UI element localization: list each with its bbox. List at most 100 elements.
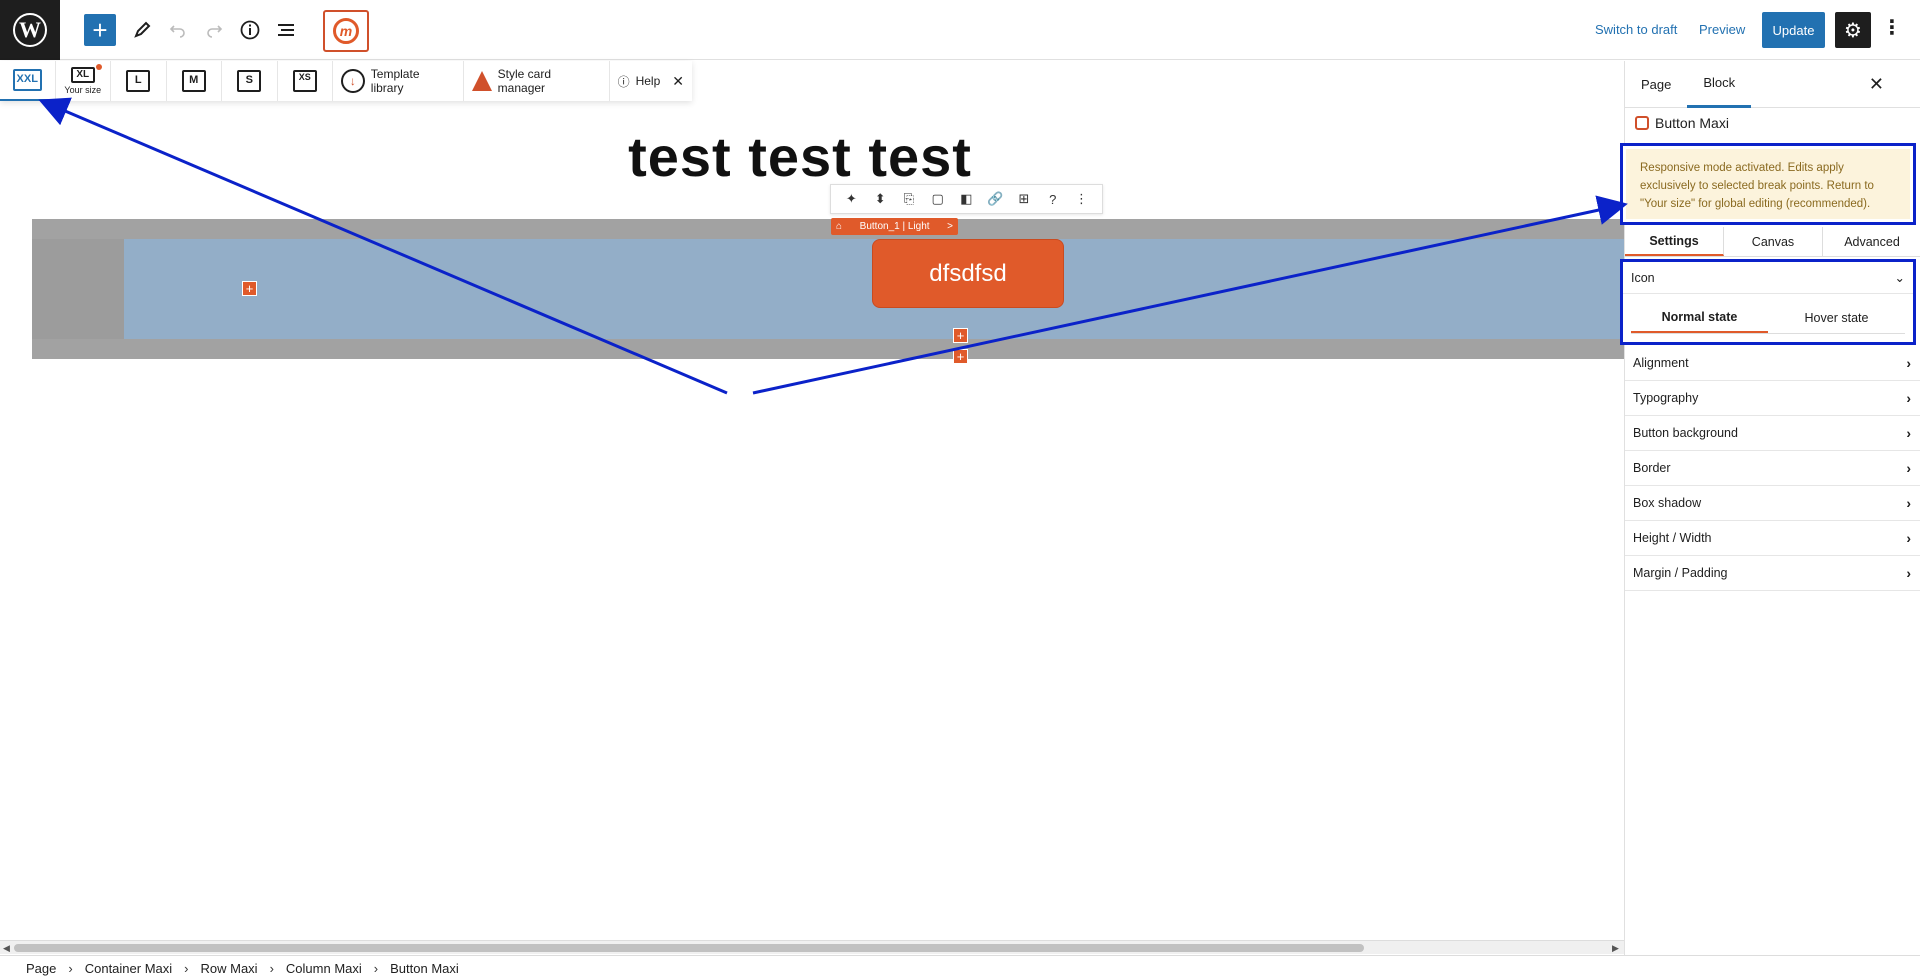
breakpoint-xs-button[interactable]: XS: [278, 61, 333, 101]
tab-advanced[interactable]: Advanced: [1823, 227, 1920, 256]
breakpoint-s-button[interactable]: S: [222, 61, 278, 101]
editor-header: W + m Switch to draft Preview Update ⚙ ⋮: [0, 0, 1920, 60]
copy-style-icon[interactable]: ⎘: [898, 191, 920, 207]
breadcrumb-button-maxi[interactable]: Button Maxi: [390, 961, 459, 976]
shadow-icon[interactable]: ◧: [955, 191, 977, 207]
breakpoint-m-icon: M: [181, 70, 206, 92]
responsive-toolbar: XXL XL Your size L M S XS ↓ Template lib…: [0, 61, 692, 101]
wordpress-logo-icon[interactable]: W: [0, 0, 60, 60]
tab-page[interactable]: Page: [1625, 61, 1687, 108]
duplicate-icon[interactable]: ⊞: [1013, 191, 1035, 207]
block-label-arrow[interactable]: >: [947, 221, 953, 232]
breakpoint-xxl-button[interactable]: XXL: [0, 61, 56, 101]
breakpoint-xxl-icon: XXL: [12, 69, 42, 91]
accordion-label: Box shadow: [1633, 496, 1702, 510]
horizontal-scrollbar[interactable]: ◀ ▶: [0, 940, 1624, 954]
pencil-tool-icon[interactable]: [126, 14, 158, 46]
accordion-button-background[interactable]: Button background ›: [1625, 416, 1920, 451]
help-button[interactable]: ⓘ Help ✕: [610, 61, 692, 101]
accordion-alignment[interactable]: Alignment ›: [1625, 346, 1920, 381]
add-block-button[interactable]: +: [84, 14, 116, 46]
breakpoint-m-button[interactable]: M: [167, 61, 222, 101]
list-view-icon[interactable]: [270, 14, 302, 46]
add-inside-column-icon[interactable]: +: [242, 281, 257, 296]
more-options-icon[interactable]: ⋮: [1071, 191, 1093, 207]
page-title[interactable]: test test test: [0, 124, 1600, 189]
scroll-right-icon[interactable]: ▶: [1612, 941, 1619, 955]
chevron-right-icon: ›: [184, 960, 189, 976]
active-indicator-dot: [96, 64, 102, 70]
accordion-box-shadow[interactable]: Box shadow ›: [1625, 486, 1920, 521]
template-library-label: Template library: [370, 67, 420, 95]
icon-settings-panel: Icon ⌄ Normal state Hover state: [1620, 259, 1916, 345]
chevron-right-icon: ›: [373, 960, 379, 976]
breadcrumb-column-maxi[interactable]: Column Maxi: [286, 961, 362, 976]
tab-canvas[interactable]: Canvas: [1724, 227, 1823, 256]
block-card: Button Maxi: [1625, 108, 1920, 138]
preview-link[interactable]: Preview: [1699, 22, 1745, 37]
options-kebab-icon[interactable]: ⋮: [1882, 18, 1902, 38]
tab-settings[interactable]: Settings: [1625, 227, 1724, 256]
maxi-logo-button[interactable]: m: [323, 10, 369, 52]
wordpress-logo-letter: W: [13, 13, 47, 47]
cloud-download-icon: ↓: [341, 69, 365, 93]
chevron-right-icon: ›: [1906, 390, 1911, 406]
icon-section-label: Icon: [1631, 270, 1655, 285]
accordion-typography[interactable]: Typography ›: [1625, 381, 1920, 416]
settings-gear-icon[interactable]: ⚙: [1835, 12, 1871, 48]
icon-accordion-header[interactable]: Icon ⌄: [1623, 262, 1913, 294]
breadcrumb-page[interactable]: Page: [26, 961, 56, 976]
chevron-right-icon: ›: [1906, 425, 1911, 441]
chevron-down-icon: ⌄: [1894, 271, 1905, 285]
tab-hover-state[interactable]: Hover state: [1768, 302, 1905, 333]
breakpoint-l-icon: L: [126, 70, 151, 92]
chevron-right-icon: ›: [269, 960, 274, 976]
breadcrumb-row-maxi[interactable]: Row Maxi: [201, 961, 258, 976]
breakpoint-your-size-label: Your size: [64, 85, 102, 95]
accordion-label: Alignment: [1633, 356, 1689, 370]
chevron-right-icon: ›: [1906, 530, 1911, 546]
template-library-button[interactable]: ↓ Template library: [333, 61, 464, 101]
accordion-height-width[interactable]: Height / Width ›: [1625, 521, 1920, 556]
update-button[interactable]: Update: [1762, 12, 1825, 48]
padding-icon[interactable]: ▢: [927, 191, 949, 207]
help-circle-icon[interactable]: ?: [1042, 192, 1064, 207]
breakpoint-your-size-button[interactable]: XL Your size: [56, 61, 111, 101]
tab-block[interactable]: Block: [1687, 61, 1752, 108]
chevron-right-icon: ›: [1906, 565, 1911, 581]
breadcrumb-container-maxi[interactable]: Container Maxi: [85, 961, 172, 976]
chevron-right-icon: ›: [1906, 460, 1911, 476]
breakpoint-l-button[interactable]: L: [111, 61, 167, 101]
breakpoint-s-icon: S: [237, 70, 262, 92]
block-label-tag[interactable]: ⌂ Button_1 | Light >: [831, 218, 958, 235]
switch-to-draft-link[interactable]: Switch to draft: [1595, 22, 1677, 37]
undo-icon[interactable]: [162, 14, 194, 46]
settings-sub-tabs: Settings Canvas Advanced: [1625, 227, 1920, 257]
close-sidebar-icon[interactable]: ✕: [1869, 74, 1884, 95]
add-below-button-icon[interactable]: +: [953, 328, 968, 343]
add-below-row-icon[interactable]: +: [953, 349, 968, 364]
block-name: Button Maxi: [1655, 115, 1729, 131]
ai-magic-icon[interactable]: ✦: [840, 191, 862, 207]
help-icon: ⓘ: [617, 74, 630, 89]
help-label: Help: [635, 74, 661, 88]
link-icon[interactable]: 🔗: [984, 191, 1006, 207]
accordion-margin-padding[interactable]: Margin / Padding ›: [1625, 556, 1920, 591]
button-maxi-icon: [1635, 116, 1649, 130]
accordion-border[interactable]: Border ›: [1625, 451, 1920, 486]
style-card-icon: [471, 71, 492, 91]
style-card-manager-button[interactable]: Style card manager: [464, 61, 610, 101]
breakpoint-xl-icon: XL: [70, 67, 95, 83]
close-responsive-bar-icon[interactable]: ✕: [672, 73, 684, 90]
scrollbar-thumb[interactable]: [14, 944, 1364, 952]
block-toolbar: ✦ ⬍ ⎘ ▢ ◧ 🔗 ⊞ ? ⋮: [830, 184, 1103, 214]
scroll-left-icon[interactable]: ◀: [3, 941, 10, 955]
info-icon[interactable]: [234, 14, 266, 46]
move-icon[interactable]: ⬍: [869, 191, 891, 207]
tab-normal-state[interactable]: Normal state: [1631, 302, 1768, 333]
lock-icon: ⌂: [836, 221, 843, 232]
redo-icon[interactable]: [198, 14, 230, 46]
button-maxi[interactable]: dfsdfsd: [872, 239, 1064, 308]
notice-text: Responsive mode activated. Edits apply e…: [1626, 149, 1910, 219]
chevron-right-icon: ›: [1906, 495, 1911, 511]
